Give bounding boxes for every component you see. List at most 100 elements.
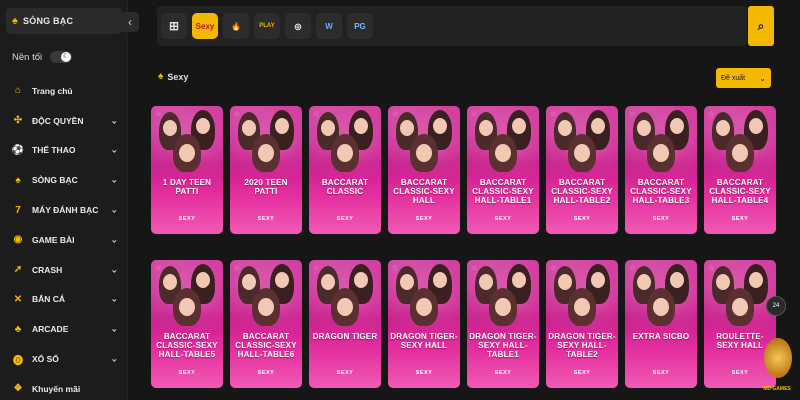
- game-provider-label: SEXY: [652, 370, 670, 376]
- game-card[interactable]: ☆ BACCARAT CLASSIC-SEXY HALL-TABLE4 SEXY: [704, 106, 776, 234]
- provider-p3-button[interactable]: 🔥: [223, 13, 249, 39]
- sports-icon: ⚽: [11, 144, 25, 156]
- star-icon: ☆: [155, 265, 162, 272]
- star-icon: ☆: [313, 111, 320, 118]
- chevron-left-icon: ‹: [128, 15, 132, 29]
- game-provider-label: SEXY: [731, 216, 749, 222]
- card-artwork: [591, 272, 605, 288]
- game-provider-label: SEXY: [415, 370, 433, 376]
- sidebar-item[interactable]: ♣ ARCADE ⌄: [0, 314, 128, 344]
- game-card[interactable]: ☆ DRAGON TIGER-SEXY HALL-TABLE2 SEXY: [546, 260, 618, 388]
- game-card[interactable]: ☆ BACCARAT CLASSIC-SEXY HALL-TABLE2 SEXY: [546, 106, 618, 234]
- game-card[interactable]: ☆ 2020 TEEN PATTI SEXY: [230, 106, 302, 234]
- provider-logo: PLAY: [259, 23, 275, 29]
- sort-dropdown[interactable]: Đề xuất ⌄: [716, 68, 771, 88]
- card-artwork: [163, 274, 177, 290]
- sidebar-item[interactable]: ⌂ Trang chủ: [0, 76, 128, 106]
- game-provider-label: SEXY: [573, 370, 591, 376]
- game-card[interactable]: ☆ BACCARAT CLASSIC-SEXY HALL-TABLE3 SEXY: [625, 106, 697, 234]
- night-mode-row: Nền tối ☾: [12, 48, 122, 66]
- sidebar-item[interactable]: ➚ CRASH ⌄: [0, 255, 128, 285]
- star-icon: ☆: [471, 111, 478, 118]
- game-provider-label: SEXY: [178, 216, 196, 222]
- card-artwork: [416, 144, 432, 162]
- mascot-logo[interactable]: MD GAMES: [756, 336, 798, 396]
- provider-logo: Sexy: [195, 21, 215, 31]
- card-artwork: [653, 298, 669, 316]
- game-card[interactable]: ☆ EXTRA SICBO SEXY: [625, 260, 697, 388]
- grid-icon: ⊞: [168, 19, 180, 33]
- card-artwork: [653, 144, 669, 162]
- sidebar-item[interactable]: ✕ BẮN CÁ ⌄: [0, 285, 128, 315]
- cards-icon: ◉: [13, 234, 23, 246]
- provider-p4-button[interactable]: PLAY: [254, 13, 280, 39]
- card-artwork: [337, 298, 353, 316]
- provider-logo: W: [325, 21, 333, 31]
- card-artwork: [637, 120, 651, 136]
- search-button[interactable]: ⌕: [748, 6, 774, 46]
- card-artwork: [512, 118, 526, 134]
- game-provider-label: SEXY: [336, 216, 354, 222]
- game-card[interactable]: ☆ DRAGON TIGER SEXY: [309, 260, 381, 388]
- card-artwork: [732, 298, 748, 316]
- spade-icon: ♠: [12, 15, 19, 27]
- exclusive-icon: ✣: [13, 115, 23, 127]
- section-title-text: Sexy: [167, 71, 189, 82]
- rocket-icon: ➚: [13, 264, 23, 276]
- sidebar-item[interactable]: ✣ ĐỘC QUYỀN ⌄: [0, 106, 128, 136]
- sidebar-item-label: XỔ SỐ: [32, 354, 59, 365]
- game-provider-label: SEXY: [415, 216, 433, 222]
- card-artwork: [242, 274, 256, 290]
- provider-pg-button[interactable]: PG: [347, 13, 373, 39]
- night-mode-toggle[interactable]: ☾: [50, 51, 73, 63]
- sidebar-category-header[interactable]: ♠ SÒNG BẠC: [6, 8, 122, 34]
- card-artwork: [179, 144, 195, 162]
- game-card[interactable]: ☆ BACCARAT CLASSIC SEXY: [309, 106, 381, 234]
- sidebar-collapse-button[interactable]: ‹: [121, 12, 139, 32]
- chevron-down-icon: ⌄: [110, 323, 118, 334]
- game-title: 2020 TEEN PATTI: [244, 178, 288, 196]
- sidebar-item[interactable]: ⓿ XỔ SỐ ⌄: [0, 344, 128, 374]
- sidebar-item-label: ARCADE: [32, 324, 69, 335]
- provider-all-button[interactable]: ⊞: [161, 13, 187, 39]
- slot-icon: 7: [15, 204, 21, 216]
- game-card[interactable]: ☆ BACCARAT CLASSIC-SEXY HALL-TABLE1 SEXY: [467, 106, 539, 234]
- support-badge[interactable]: 24: [766, 296, 786, 316]
- game-card[interactable]: ☆ BACCARAT CLASSIC-SEXY HALL-TABLE5 SEXY: [151, 260, 223, 388]
- game-card[interactable]: ☆ DRAGON TIGER-SEXY HALL-TABLE1 SEXY: [467, 260, 539, 388]
- app-root: ♠ SÒNG BẠC Nền tối ☾ ⌂ Trang chủ ✣ ĐỘC QUYỀ…: [0, 0, 800, 400]
- moon-icon: ☾: [61, 52, 72, 62]
- game-card[interactable]: ☆ 1 DAY TEEN PATTI SEXY: [151, 106, 223, 234]
- card-artwork: [495, 144, 511, 162]
- card-artwork: [495, 298, 511, 316]
- card-artwork: [321, 120, 335, 136]
- game-card[interactable]: ☆ BACCARAT CLASSIC-SEXY HALL SEXY: [388, 106, 460, 234]
- support-badge-label: 24: [772, 303, 780, 309]
- card-artwork: [179, 298, 195, 316]
- game-title: BACCARAT CLASSIC: [321, 178, 369, 196]
- game-title: BACCARAT CLASSIC-SEXY HALL-TABLE5: [156, 332, 218, 359]
- game-card[interactable]: ☆ DRAGON TIGER-SEXY HALL SEXY: [388, 260, 460, 388]
- game-title: BACCARAT CLASSIC-SEXY HALL-TABLE1: [472, 178, 534, 205]
- provider-p6-button[interactable]: W: [316, 13, 342, 39]
- card-artwork: [749, 118, 763, 134]
- card-artwork: [400, 274, 414, 290]
- sidebar-item[interactable]: ◉ GAME BÀI ⌄: [0, 225, 128, 255]
- game-card[interactable]: ☆ BACCARAT CLASSIC-SEXY HALL-TABLE6 SEXY: [230, 260, 302, 388]
- card-artwork: [749, 272, 763, 288]
- provider-p5-button[interactable]: ◎: [285, 13, 311, 39]
- sidebar-item[interactable]: ❖ Khuyến mãi: [0, 374, 128, 400]
- game-title: BACCARAT CLASSIC-SEXY HALL: [393, 178, 455, 205]
- sidebar-item-label: MÁY ĐÁNH BẠC: [32, 205, 99, 216]
- chevron-down-icon: ⌄: [110, 174, 118, 185]
- sidebar-item[interactable]: ♠ SÒNG BẠC ⌄: [0, 165, 128, 195]
- card-artwork: [558, 120, 572, 136]
- provider-filter-bar: ⊞ Sexy 🔥 PLAY ◎ W PG: [157, 6, 747, 46]
- card-artwork: [637, 274, 651, 290]
- sidebar-item[interactable]: ⚽ THỂ THAO ⌄: [0, 136, 128, 166]
- lottery-icon: ⓿: [13, 355, 23, 367]
- provider-sexy-button[interactable]: Sexy: [192, 13, 218, 39]
- sidebar-item-label: THỂ THAO: [32, 145, 76, 156]
- sidebar-item-label: Khuyến mãi: [32, 383, 81, 394]
- sidebar-item[interactable]: 7 MÁY ĐÁNH BẠC ⌄: [0, 195, 128, 225]
